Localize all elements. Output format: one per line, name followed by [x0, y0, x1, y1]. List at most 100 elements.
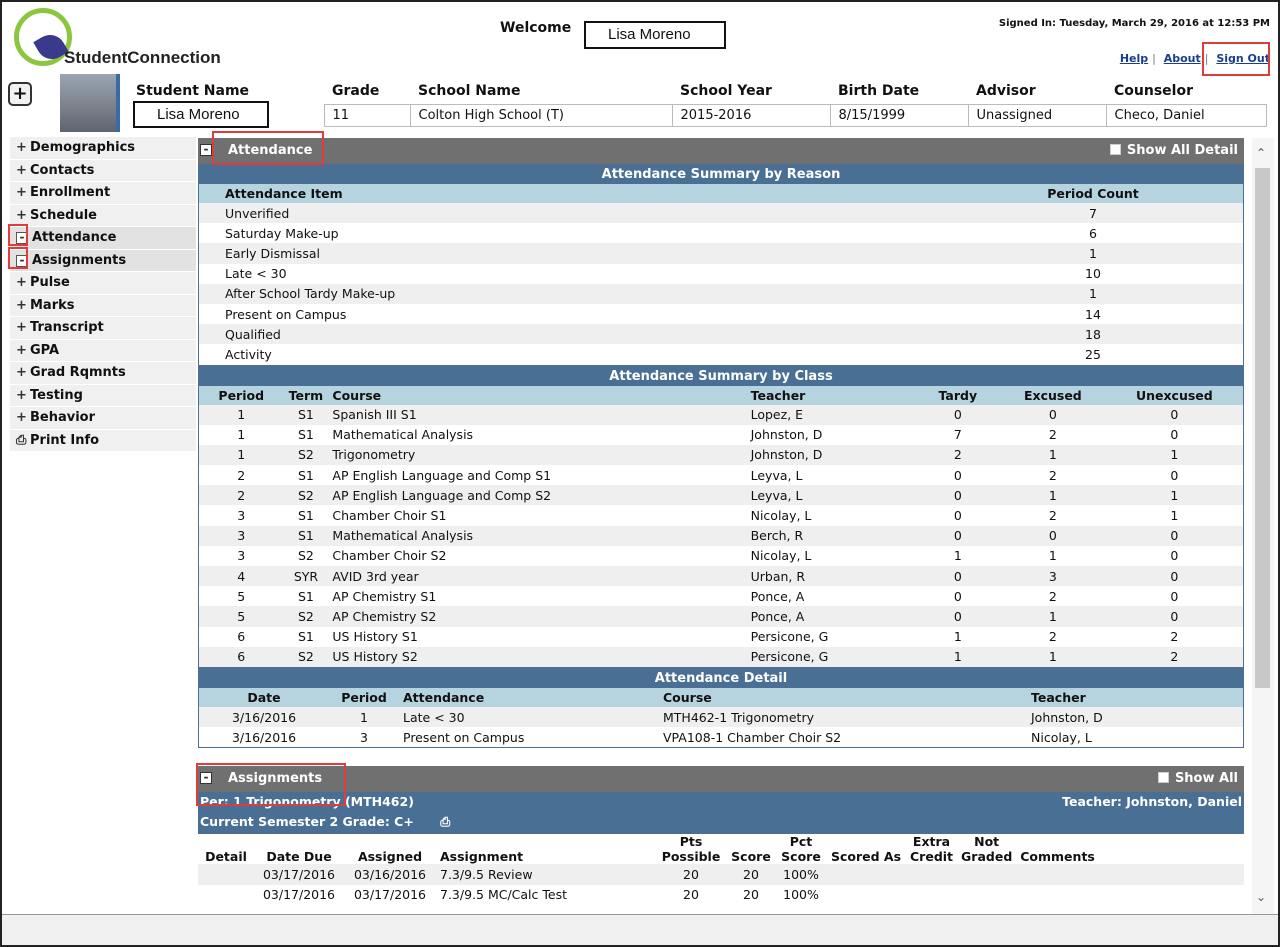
table-cell: 0 [1105, 566, 1243, 587]
table-cell: 5 [237, 588, 246, 604]
sidebar-item-attendance[interactable]: - Attendance [10, 227, 196, 250]
table-row: 2 S2 AP English Language and Comp S2 Leyva,… [199, 485, 1243, 506]
sidebar-item-transcript[interactable]: + Transcript [10, 317, 196, 340]
table-cell: 2 [1170, 629, 1179, 645]
table-cell: 0 [915, 525, 1001, 546]
table-cell: S1 [298, 508, 314, 524]
sidebar-item-testing[interactable]: + Testing [10, 384, 196, 407]
table-cell: 0 [1170, 548, 1179, 564]
assignment-course-header: Per: 1 Trigonometry (MTH462) Teacher: Jo… [198, 792, 1244, 835]
sidebar-item-schedule[interactable]: + Schedule [10, 204, 196, 227]
sidebar-item-grad-rqmnts[interactable]: + Grad Rqmnts [10, 362, 196, 385]
sidebar-item-marks[interactable]: + Marks [10, 294, 196, 317]
student-info-table: Student Name Grade School Name School Ye… [128, 78, 1267, 127]
table-cell: 3/16/2016 [231, 729, 297, 745]
table-cell: 6 [199, 646, 284, 667]
table-cell: Mathematical Analysis [332, 427, 474, 443]
show-all-toggle[interactable]: Show All [1157, 771, 1238, 786]
col-extra-credit: Extra Credit [906, 834, 958, 865]
plus-icon: + [16, 320, 27, 335]
table-cell: 20 [743, 887, 759, 903]
table-cell: 20 [656, 864, 726, 885]
table-cell [957, 864, 1017, 885]
sidebar-item-label: Contacts [30, 162, 95, 178]
advisor-value: Unassigned [967, 103, 1107, 127]
printer-icon: ⎙ [16, 432, 27, 448]
sidebar-item-enrollment[interactable]: + Enrollment [10, 182, 196, 205]
table-cell: AP Chemistry S1 [332, 588, 437, 604]
plus-icon: + [16, 342, 27, 358]
col-period: Period [199, 385, 284, 405]
table-cell: Present on Campus [403, 729, 525, 745]
col-score: Score [726, 834, 776, 865]
table-cell: S1 [298, 588, 314, 604]
attendance-by-class: Attendance Summary by Class Period Term … [198, 365, 1244, 668]
table-cell: 2 [237, 467, 246, 483]
sidebar-item-contacts[interactable]: + Contacts [10, 159, 196, 182]
table-row: 1 S2 Trigonometry Johnston, D211 [199, 444, 1243, 466]
table-cell: 10 [1085, 266, 1101, 282]
sidebar-item-demographics[interactable]: + Demographics [10, 137, 196, 160]
table-cell: Trigonometry [328, 444, 747, 466]
table-cell: VPA108-1 Chamber Choir S2 [663, 729, 842, 745]
col-assigned: Assigned [344, 834, 436, 865]
table-cell: Spanish III S1 [328, 404, 747, 425]
table-cell: 1 [237, 427, 246, 443]
sidebar-item-label: Attendance [32, 230, 117, 245]
table-row: 1 S1 Mathematical Analysis Johnston, D 7 2 0 [199, 425, 1243, 445]
table-cell: AP English Language and Comp S2 [328, 485, 747, 506]
table-cell: 03/17/2016 [262, 887, 336, 903]
sidebar-item-label: GPA [30, 342, 60, 358]
col-pts-possible: Pts Possible [656, 834, 726, 865]
scroll-up-icon[interactable]: ⌃ [1256, 146, 1266, 160]
table-cell: 1 [1105, 444, 1243, 466]
show-all-detail-toggle[interactable]: Show All Detail [1109, 143, 1238, 158]
col-course: Course [328, 385, 747, 405]
table-cell: Unverified [199, 203, 943, 224]
table-cell: 6 [1089, 225, 1097, 241]
table-cell: 3 [1000, 566, 1106, 587]
table-row: 6 S2 US History S2 Persicone, G112 [199, 646, 1243, 667]
table-cell: Leyva, L [750, 467, 803, 483]
col-school-year: School Year [680, 82, 772, 99]
table-cell: S1 [298, 467, 314, 483]
table-cell: 20 [726, 864, 776, 885]
sidebar-item-assignments[interactable]: - Assignments [10, 249, 196, 272]
table-cell: 5 [199, 606, 284, 627]
sidebar-item-gpa[interactable]: + GPA [10, 339, 196, 362]
expand-student-button[interactable]: + [8, 82, 32, 106]
col-tardy: Tardy [915, 385, 1001, 405]
table-cell: 03/17/2016 [353, 887, 427, 903]
printer-icon[interactable]: ⎙ [440, 814, 450, 829]
table-cell: 03/17/2016 [254, 864, 344, 885]
print-info-button[interactable]: ⎙ Print Info [10, 429, 196, 452]
collapse-attendance-icon[interactable]: - [200, 143, 212, 156]
table-cell: 1 [915, 646, 1001, 667]
table-cell: S2 [283, 444, 329, 466]
table-row: Early Dismissal 1 [199, 243, 1243, 264]
table-row: 3 S1 Chamber Choir S1 Nicolay, L 0 2 1 [199, 505, 1243, 525]
table-cell [198, 885, 254, 905]
table-cell: US History S1 [332, 629, 418, 645]
table-cell: Persicone, G [746, 646, 916, 667]
sidebar-item-behavior[interactable]: + Behavior [10, 407, 196, 430]
checkbox-icon [1157, 772, 1169, 784]
scroll-thumb[interactable] [1255, 168, 1270, 688]
table-cell: 0 [1170, 467, 1179, 483]
print-info-label: Print Info [30, 432, 100, 448]
table-cell: 3/16/2016 [199, 706, 329, 728]
main-scrollbar[interactable]: ⌃ ⌄ [1252, 138, 1274, 916]
table-row: Unverified 7 [199, 203, 1243, 224]
table-cell: Ponce, A [750, 588, 805, 604]
help-link[interactable]: Help [1120, 52, 1148, 65]
birth-value: 8/15/1999 [829, 103, 969, 127]
table-cell: Nicolay, L [750, 548, 812, 564]
sidebar-item-pulse[interactable]: + Pulse [10, 272, 196, 295]
table-cell: Urban, R [746, 566, 916, 587]
about-link[interactable]: About [1164, 52, 1201, 65]
sidebar-item-label: Testing [30, 387, 83, 403]
scroll-down-icon[interactable]: ⌄ [1256, 890, 1266, 904]
table-row: Saturday Make-up 6 [199, 223, 1243, 243]
sidebar-item-label: Schedule [30, 207, 97, 223]
table-cell: S2 [298, 548, 314, 564]
